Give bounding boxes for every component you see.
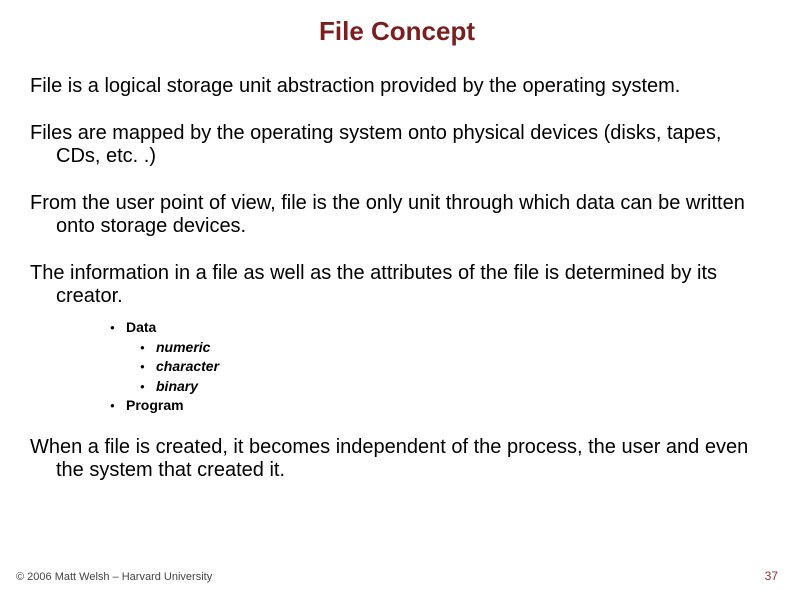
bullet-binary: binary <box>140 377 764 397</box>
paragraph-4: The information in a file as well as the… <box>30 262 764 308</box>
bullet-numeric: numeric <box>140 338 764 358</box>
slide-container: File Concept File is a logical storage u… <box>0 0 794 595</box>
paragraph-5: When a file is created, it becomes indep… <box>30 436 764 482</box>
paragraph-3: From the user point of view, file is the… <box>30 192 764 238</box>
paragraph-2: Files are mapped by the operating system… <box>30 122 764 168</box>
bullet-data: Data <box>110 318 764 338</box>
bullet-character: character <box>140 357 764 377</box>
footer-page-number: 37 <box>765 569 778 583</box>
footer-copyright: © 2006 Matt Welsh – Harvard University <box>16 571 212 583</box>
bullet-program: Program <box>110 396 764 416</box>
slide-title: File Concept <box>30 16 764 47</box>
bullet-list: Data numeric character binary Program <box>110 318 764 416</box>
paragraph-1: File is a logical storage unit abstracti… <box>30 75 764 98</box>
